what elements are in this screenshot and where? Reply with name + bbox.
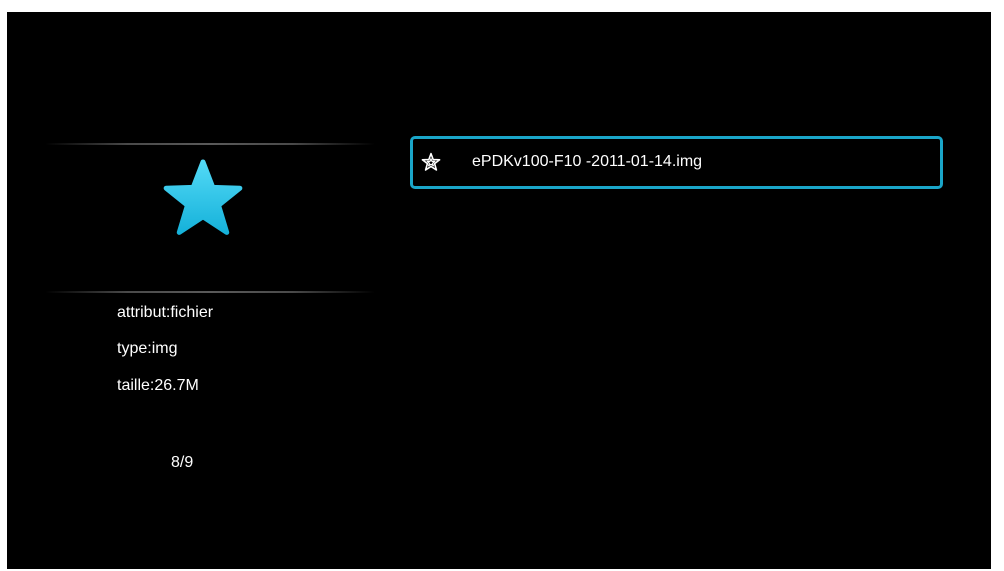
page-counter: 8/9 bbox=[171, 454, 194, 471]
file-list-item-selected[interactable]: ePDKv100-F10 -2011-01-14.img bbox=[410, 136, 943, 189]
file-list: ePDKv100-F10 -2011-01-14.img bbox=[410, 136, 943, 189]
file-name-label: ePDKv100-F10 -2011-01-14.img bbox=[472, 153, 703, 170]
file-attribute-info: attribut:fichier bbox=[117, 304, 214, 321]
star-icon bbox=[163, 159, 243, 235]
star-outline-icon bbox=[421, 152, 441, 171]
file-type-info: type:img bbox=[117, 340, 178, 357]
file-size-info: taille:26.7M bbox=[117, 377, 199, 394]
preview-divider-top bbox=[45, 143, 375, 145]
media-browser-screen: attribut:fichier type:img taille:26.7M 8… bbox=[7, 12, 991, 569]
preview-divider-bottom bbox=[45, 291, 375, 293]
